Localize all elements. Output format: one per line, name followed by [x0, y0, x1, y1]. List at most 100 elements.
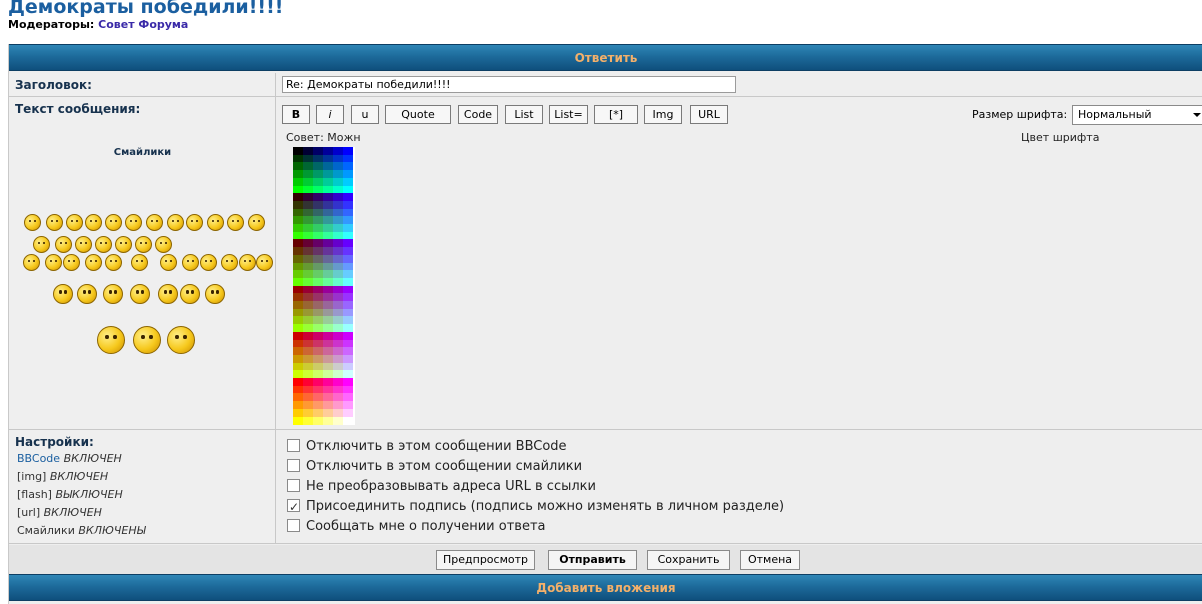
setting-key: [flash]: [17, 488, 52, 501]
smiley-icon[interactable]: [158, 284, 178, 304]
smiley-icon[interactable]: [23, 254, 40, 271]
smiley-icon[interactable]: [227, 214, 244, 231]
option-checkbox[interactable]: [287, 459, 300, 472]
smiley-icon[interactable]: [105, 214, 122, 231]
smiley-icon[interactable]: [248, 214, 265, 231]
smilies-title: Смайлики: [113, 147, 172, 158]
smiley-icon[interactable]: [95, 236, 112, 253]
smiley-icon[interactable]: [167, 214, 184, 231]
settings-label: Настройки:: [15, 435, 94, 449]
smiley-icon[interactable]: [180, 284, 200, 304]
smiley-icon[interactable]: [24, 214, 41, 231]
smiley-icon[interactable]: [131, 254, 148, 271]
option-checkbox[interactable]: [287, 519, 300, 532]
submit-button[interactable]: Отправить: [548, 550, 637, 570]
smiley-icon[interactable]: [146, 214, 163, 231]
smiley-icon[interactable]: [46, 214, 63, 231]
smiley-icon[interactable]: [125, 214, 142, 231]
subject-row: Заголовок:: [9, 73, 1202, 97]
color-swatch[interactable]: [333, 416, 343, 425]
smiley-icon[interactable]: [63, 254, 80, 271]
attachments-header[interactable]: Добавить вложения: [9, 574, 1202, 601]
setting-key: Смайлики: [17, 524, 75, 537]
smiley-icon[interactable]: [133, 326, 161, 354]
moderators-link[interactable]: Совет Форума: [98, 18, 188, 31]
list-item-button[interactable]: [*]: [594, 105, 638, 124]
smiley-icon[interactable]: [55, 236, 72, 253]
option-row[interactable]: Не преобразовывать адреса URL в ссылки: [287, 477, 596, 497]
reply-header: Ответить: [9, 44, 1202, 71]
smiley-icon[interactable]: [115, 236, 132, 253]
font-size-select[interactable]: Нормальный: [1072, 105, 1202, 125]
setting-key[interactable]: BBCode: [17, 452, 60, 465]
smiley-icon[interactable]: [160, 254, 177, 271]
smiley-icon[interactable]: [33, 236, 50, 253]
color-swatch[interactable]: [323, 416, 333, 425]
option-row[interactable]: Отключить в этом сообщении BBCode: [287, 437, 567, 457]
font-size-label: Размер шрифта:: [972, 108, 1068, 121]
color-swatch[interactable]: [303, 416, 313, 425]
smiley-icon[interactable]: [221, 254, 238, 271]
setting-state: ВКЛЮЧЕН: [49, 470, 109, 483]
option-checkbox[interactable]: [287, 497, 300, 517]
smiley-icon[interactable]: [77, 284, 97, 304]
option-label: Отключить в этом сообщении смайлики: [306, 459, 583, 474]
cancel-button[interactable]: Отмена: [740, 550, 800, 570]
setting-status-line: [url] ВКЛЮЧЕН: [17, 504, 146, 522]
bold-button[interactable]: B: [282, 105, 310, 124]
color-swatch[interactable]: [343, 416, 353, 425]
option-label: Не преобразовывать адреса URL в ссылки: [306, 479, 596, 494]
subject-label: Заголовок:: [15, 78, 92, 92]
code-button[interactable]: Code: [458, 105, 498, 124]
color-swatch[interactable]: [313, 416, 323, 425]
img-button[interactable]: Img: [644, 105, 682, 124]
smiley-icon[interactable]: [155, 236, 172, 253]
smiley-icon[interactable]: [200, 254, 217, 271]
settings-row: Настройки: BBCode ВКЛЮЧЕН [img] ВКЛЮЧЕН [f…: [9, 430, 1202, 544]
smiley-icon[interactable]: [256, 254, 273, 271]
quote-button[interactable]: Quote: [385, 105, 451, 124]
smiley-icon[interactable]: [186, 214, 203, 231]
smiley-icon[interactable]: [75, 236, 92, 253]
option-row[interactable]: Присоединить подпись (подпись можно изме…: [287, 497, 784, 517]
setting-state: ВКЛЮЧЕН: [43, 506, 102, 519]
smiley-icon[interactable]: [105, 254, 122, 271]
preview-button[interactable]: Предпросмотр: [436, 550, 535, 570]
smiley-icon[interactable]: [167, 326, 195, 354]
message-label: Текст сообщения:: [15, 102, 141, 116]
setting-key: [img]: [17, 470, 47, 483]
option-checkbox[interactable]: [287, 479, 300, 492]
reply-form: Ответить Заголовок: Текст сообщения: Сма…: [8, 44, 1202, 604]
smiley-icon[interactable]: [53, 284, 73, 304]
smiley-icon[interactable]: [239, 254, 256, 271]
smiley-icon[interactable]: [103, 284, 123, 304]
smiley-icon[interactable]: [130, 284, 150, 304]
option-label: Сообщать мне о получении ответа: [306, 519, 546, 534]
smiley-icon[interactable]: [97, 326, 125, 354]
option-checkbox[interactable]: [287, 439, 300, 452]
option-row[interactable]: Отключить в этом сообщении смайлики: [287, 457, 582, 477]
smiley-icon[interactable]: [45, 254, 62, 271]
smiley-icon[interactable]: [85, 214, 102, 231]
italic-button[interactable]: i: [316, 105, 344, 124]
list-ordered-button[interactable]: List=: [549, 105, 588, 124]
setting-status-line: [flash] ВЫКЛЮЧЕН: [17, 486, 146, 504]
option-label: Присоединить подпись (подпись можно изме…: [306, 499, 785, 514]
settings-options: Отключить в этом сообщении BBCode Отключи…: [277, 430, 1202, 543]
setting-key: [url]: [17, 506, 41, 519]
smiley-icon[interactable]: [207, 214, 224, 231]
url-button[interactable]: URL: [690, 105, 728, 124]
color-swatch[interactable]: [293, 416, 303, 425]
subject-input[interactable]: [282, 76, 736, 93]
setting-status-line: Смайлики ВКЛЮЧЕНЫ: [17, 522, 146, 540]
underline-button[interactable]: u: [351, 105, 379, 124]
smiley-icon[interactable]: [205, 284, 225, 304]
smiley-icon[interactable]: [135, 236, 152, 253]
option-row[interactable]: Сообщать мне о получении ответа: [287, 517, 546, 537]
save-button[interactable]: Сохранить: [647, 550, 730, 570]
smiley-icon[interactable]: [85, 254, 102, 271]
list-button[interactable]: List: [505, 105, 543, 124]
smiley-icon[interactable]: [66, 214, 83, 231]
topic-title[interactable]: Демократы победили!!!!: [8, 0, 283, 18]
smiley-icon[interactable]: [182, 254, 199, 271]
